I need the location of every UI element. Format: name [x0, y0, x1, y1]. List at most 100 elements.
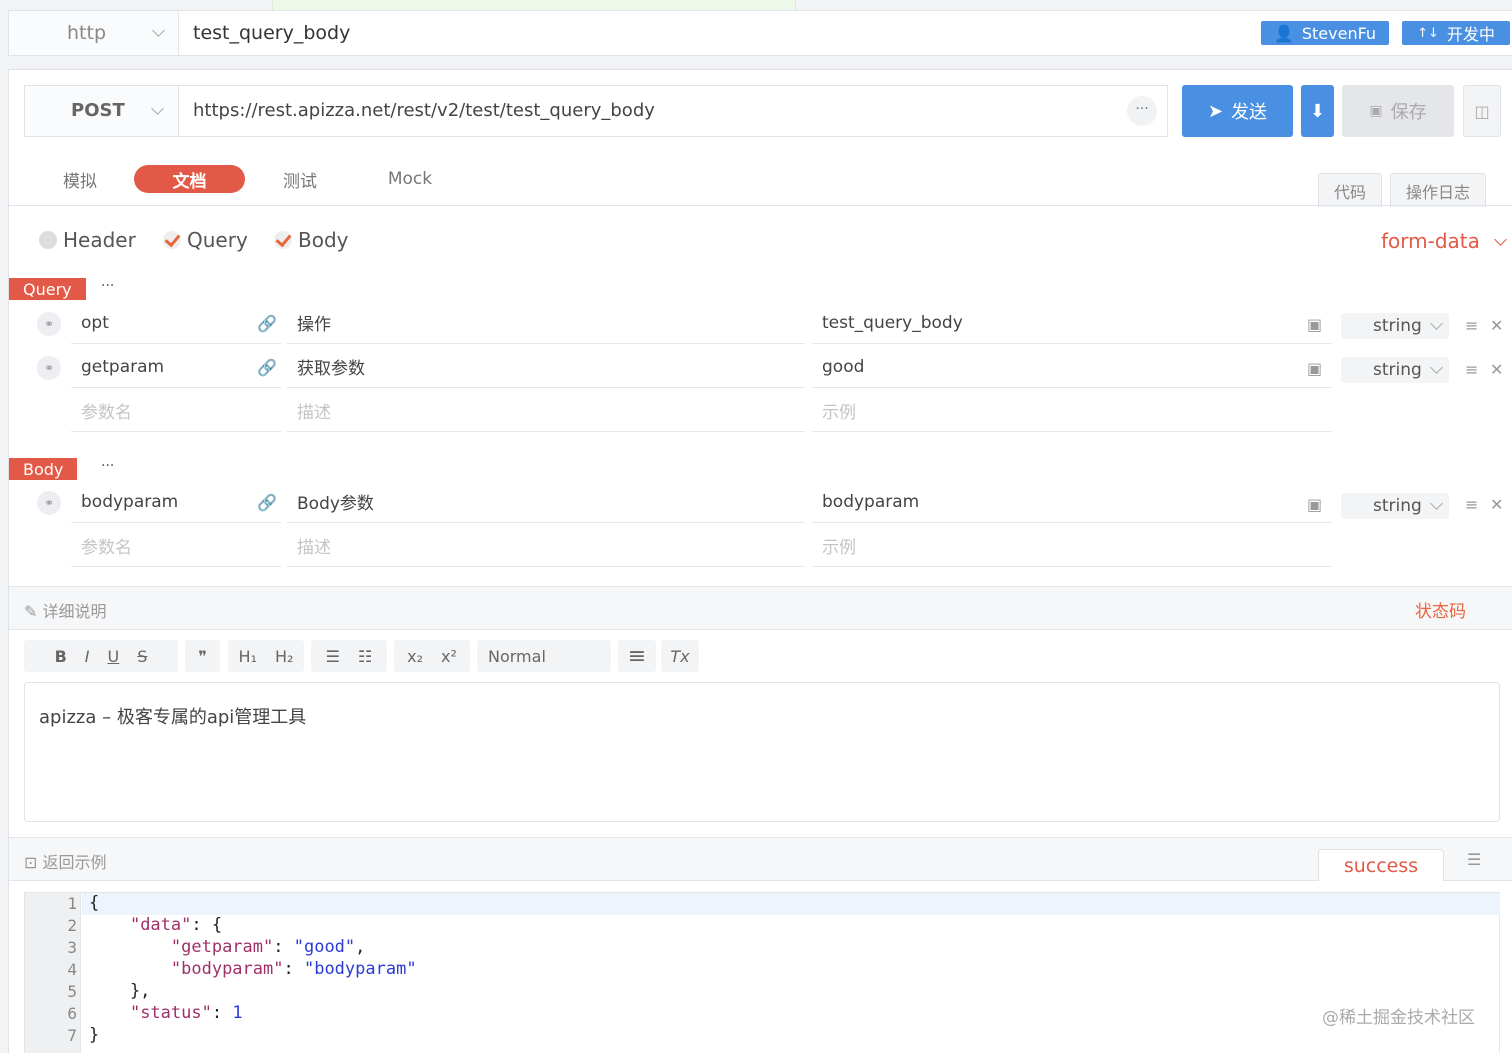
download-button[interactable]: ⬇	[1301, 85, 1334, 137]
description-editor[interactable]: apizza – 极客专属的api管理工具	[24, 682, 1500, 822]
param-type-select[interactable]: string	[1341, 357, 1449, 383]
param-type-select[interactable]: string	[1341, 493, 1449, 519]
quote-button[interactable]: ❞	[185, 640, 220, 672]
link-icon[interactable]: 🔗	[257, 314, 277, 333]
align-button[interactable]: ≡	[618, 640, 656, 672]
cube-icon[interactable]: ▣	[1307, 495, 1322, 514]
param-type-value: string	[1373, 360, 1422, 380]
close-icon[interactable]: ✕	[1490, 495, 1503, 514]
bold-button[interactable]: B	[55, 647, 67, 666]
param-example[interactable]: bodyparam	[812, 481, 1332, 523]
query-toggle[interactable]: Query	[163, 228, 248, 252]
bullet-list-button[interactable]: ☷	[358, 647, 372, 666]
save-icon: ▣	[1369, 103, 1383, 119]
strike-button[interactable]: S	[137, 647, 147, 666]
code-line: {	[89, 893, 100, 913]
tab-operation-log[interactable]: 操作日志	[1390, 173, 1486, 207]
save-button[interactable]: ▣ 保存	[1342, 85, 1454, 137]
code-line: "getparam": "good",	[170, 937, 366, 957]
detail-title: ✎ 详细说明	[24, 598, 107, 622]
cube-icon[interactable]: ▣	[1307, 359, 1322, 378]
response-section-header: ⊡ 返回示例 ☰	[9, 837, 1512, 881]
code-line: "status": 1	[129, 1003, 243, 1023]
api-name[interactable]: test_query_body	[193, 22, 350, 44]
tab-code[interactable]: 代码	[1318, 173, 1382, 207]
close-icon[interactable]: ✕	[1490, 316, 1503, 335]
detail-section-header: ✎ 详细说明 状态码	[9, 586, 1512, 630]
send-button[interactable]: ➤ 发送	[1182, 85, 1293, 137]
code-line: },	[89, 981, 151, 1001]
cube-icon[interactable]: ▣	[1307, 315, 1322, 334]
param-desc[interactable]: 获取参数	[287, 346, 805, 388]
link-icon[interactable]: 🔗	[257, 358, 277, 377]
param-name[interactable]: getparam	[71, 346, 281, 388]
superscript-button[interactable]: x²	[441, 647, 457, 666]
tab-divider	[9, 205, 1512, 206]
param-link-icon[interactable]: ⚭	[37, 312, 61, 336]
drag-handle-icon[interactable]: ≡	[1465, 360, 1478, 379]
lock-button[interactable]: ◫	[1463, 85, 1501, 137]
h1-button[interactable]: H₁	[239, 647, 257, 666]
underline-button[interactable]: U	[108, 647, 120, 666]
format-select[interactable]: Normal	[477, 640, 611, 672]
drag-handle-icon[interactable]: ≡	[1465, 495, 1478, 514]
ordered-list-button[interactable]: ☰	[326, 647, 340, 666]
method-select[interactable]: POST	[24, 85, 179, 137]
h2-button[interactable]: H₂	[275, 647, 293, 666]
param-desc-input[interactable]: 描述	[287, 390, 805, 432]
header-toggle[interactable]: Header	[39, 228, 136, 252]
param-desc[interactable]: Body参数	[287, 481, 805, 523]
edit-icon: ✎	[24, 602, 43, 621]
param-link-icon[interactable]: ⚭	[37, 356, 61, 380]
param-desc-input[interactable]: 描述	[287, 525, 805, 567]
body-format-select[interactable]: form-data	[1381, 229, 1508, 253]
status-code-link[interactable]: 状态码	[1415, 597, 1466, 622]
url-value: https://rest.apizza.net/rest/v2/test/tes…	[193, 100, 655, 121]
method-value: POST	[71, 100, 125, 121]
close-icon[interactable]: ✕	[1490, 360, 1503, 379]
param-example[interactable]: test_query_body	[812, 302, 1332, 344]
description-text: apizza – 极客专属的api管理工具	[39, 707, 307, 728]
tab-docs[interactable]: 文档	[134, 165, 245, 193]
protocol-select[interactable]: http	[9, 11, 179, 55]
chevron-down-icon	[1494, 233, 1508, 246]
param-link-icon[interactable]: ⚭	[37, 491, 61, 515]
clear-format-button[interactable]: Tx	[661, 640, 699, 672]
check-icon	[274, 231, 292, 249]
param-desc[interactable]: 操作	[287, 302, 805, 344]
query-more-button[interactable]: ···	[101, 278, 114, 294]
param-example-input[interactable]: 示例	[812, 525, 1332, 567]
watermark: @稀土掘金技术社区	[1322, 1008, 1475, 1028]
script-group: x₂ x²	[394, 640, 470, 672]
url-input[interactable]: https://rest.apizza.net/rest/v2/test/tes…	[178, 85, 1168, 137]
response-title-text: 返回示例	[42, 853, 107, 872]
link-icon[interactable]: 🔗	[257, 493, 277, 512]
dev-status-badge[interactable]: ↑↓ 开发中	[1402, 21, 1510, 45]
tab-success[interactable]: success	[1318, 849, 1444, 881]
param-name[interactable]: opt	[71, 302, 281, 344]
italic-button[interactable]: I	[85, 647, 90, 666]
detail-title-text: 详细说明	[42, 602, 107, 621]
param-example[interactable]: good	[812, 346, 1332, 388]
param-example-input[interactable]: 示例	[812, 390, 1332, 432]
tab-test[interactable]: 测试	[269, 165, 331, 193]
chevron-down-icon	[151, 102, 164, 115]
drag-handle-icon[interactable]: ≡	[1465, 316, 1478, 335]
subscript-button[interactable]: x₂	[407, 647, 423, 666]
tab-simulate[interactable]: 模拟	[49, 165, 111, 193]
tab-mock[interactable]: Mock	[379, 165, 441, 193]
layers-icon[interactable]: ☰	[1467, 850, 1481, 869]
user-badge[interactable]: 👤 StevenFu	[1261, 21, 1389, 45]
response-code-block[interactable]: 1 2 3 4 5 6 7 { "data": { "getparam": "g…	[24, 892, 1500, 1053]
top-bar: http test_query_body 👤 StevenFu ↑↓ 开发中	[8, 10, 1512, 56]
url-more-button[interactable]: ···	[1127, 96, 1157, 126]
body-toggle[interactable]: Body	[274, 228, 349, 252]
param-name-input[interactable]: 参数名	[71, 525, 281, 567]
text-style-group: B I U S	[24, 640, 178, 672]
param-type-select[interactable]: string	[1341, 313, 1449, 339]
body-more-button[interactable]: ···	[101, 458, 114, 474]
arrow-down-icon: ⬇	[1309, 100, 1326, 122]
send-label: 发送	[1231, 102, 1268, 123]
param-name-input[interactable]: 参数名	[71, 390, 281, 432]
param-name[interactable]: bodyparam	[71, 481, 281, 523]
